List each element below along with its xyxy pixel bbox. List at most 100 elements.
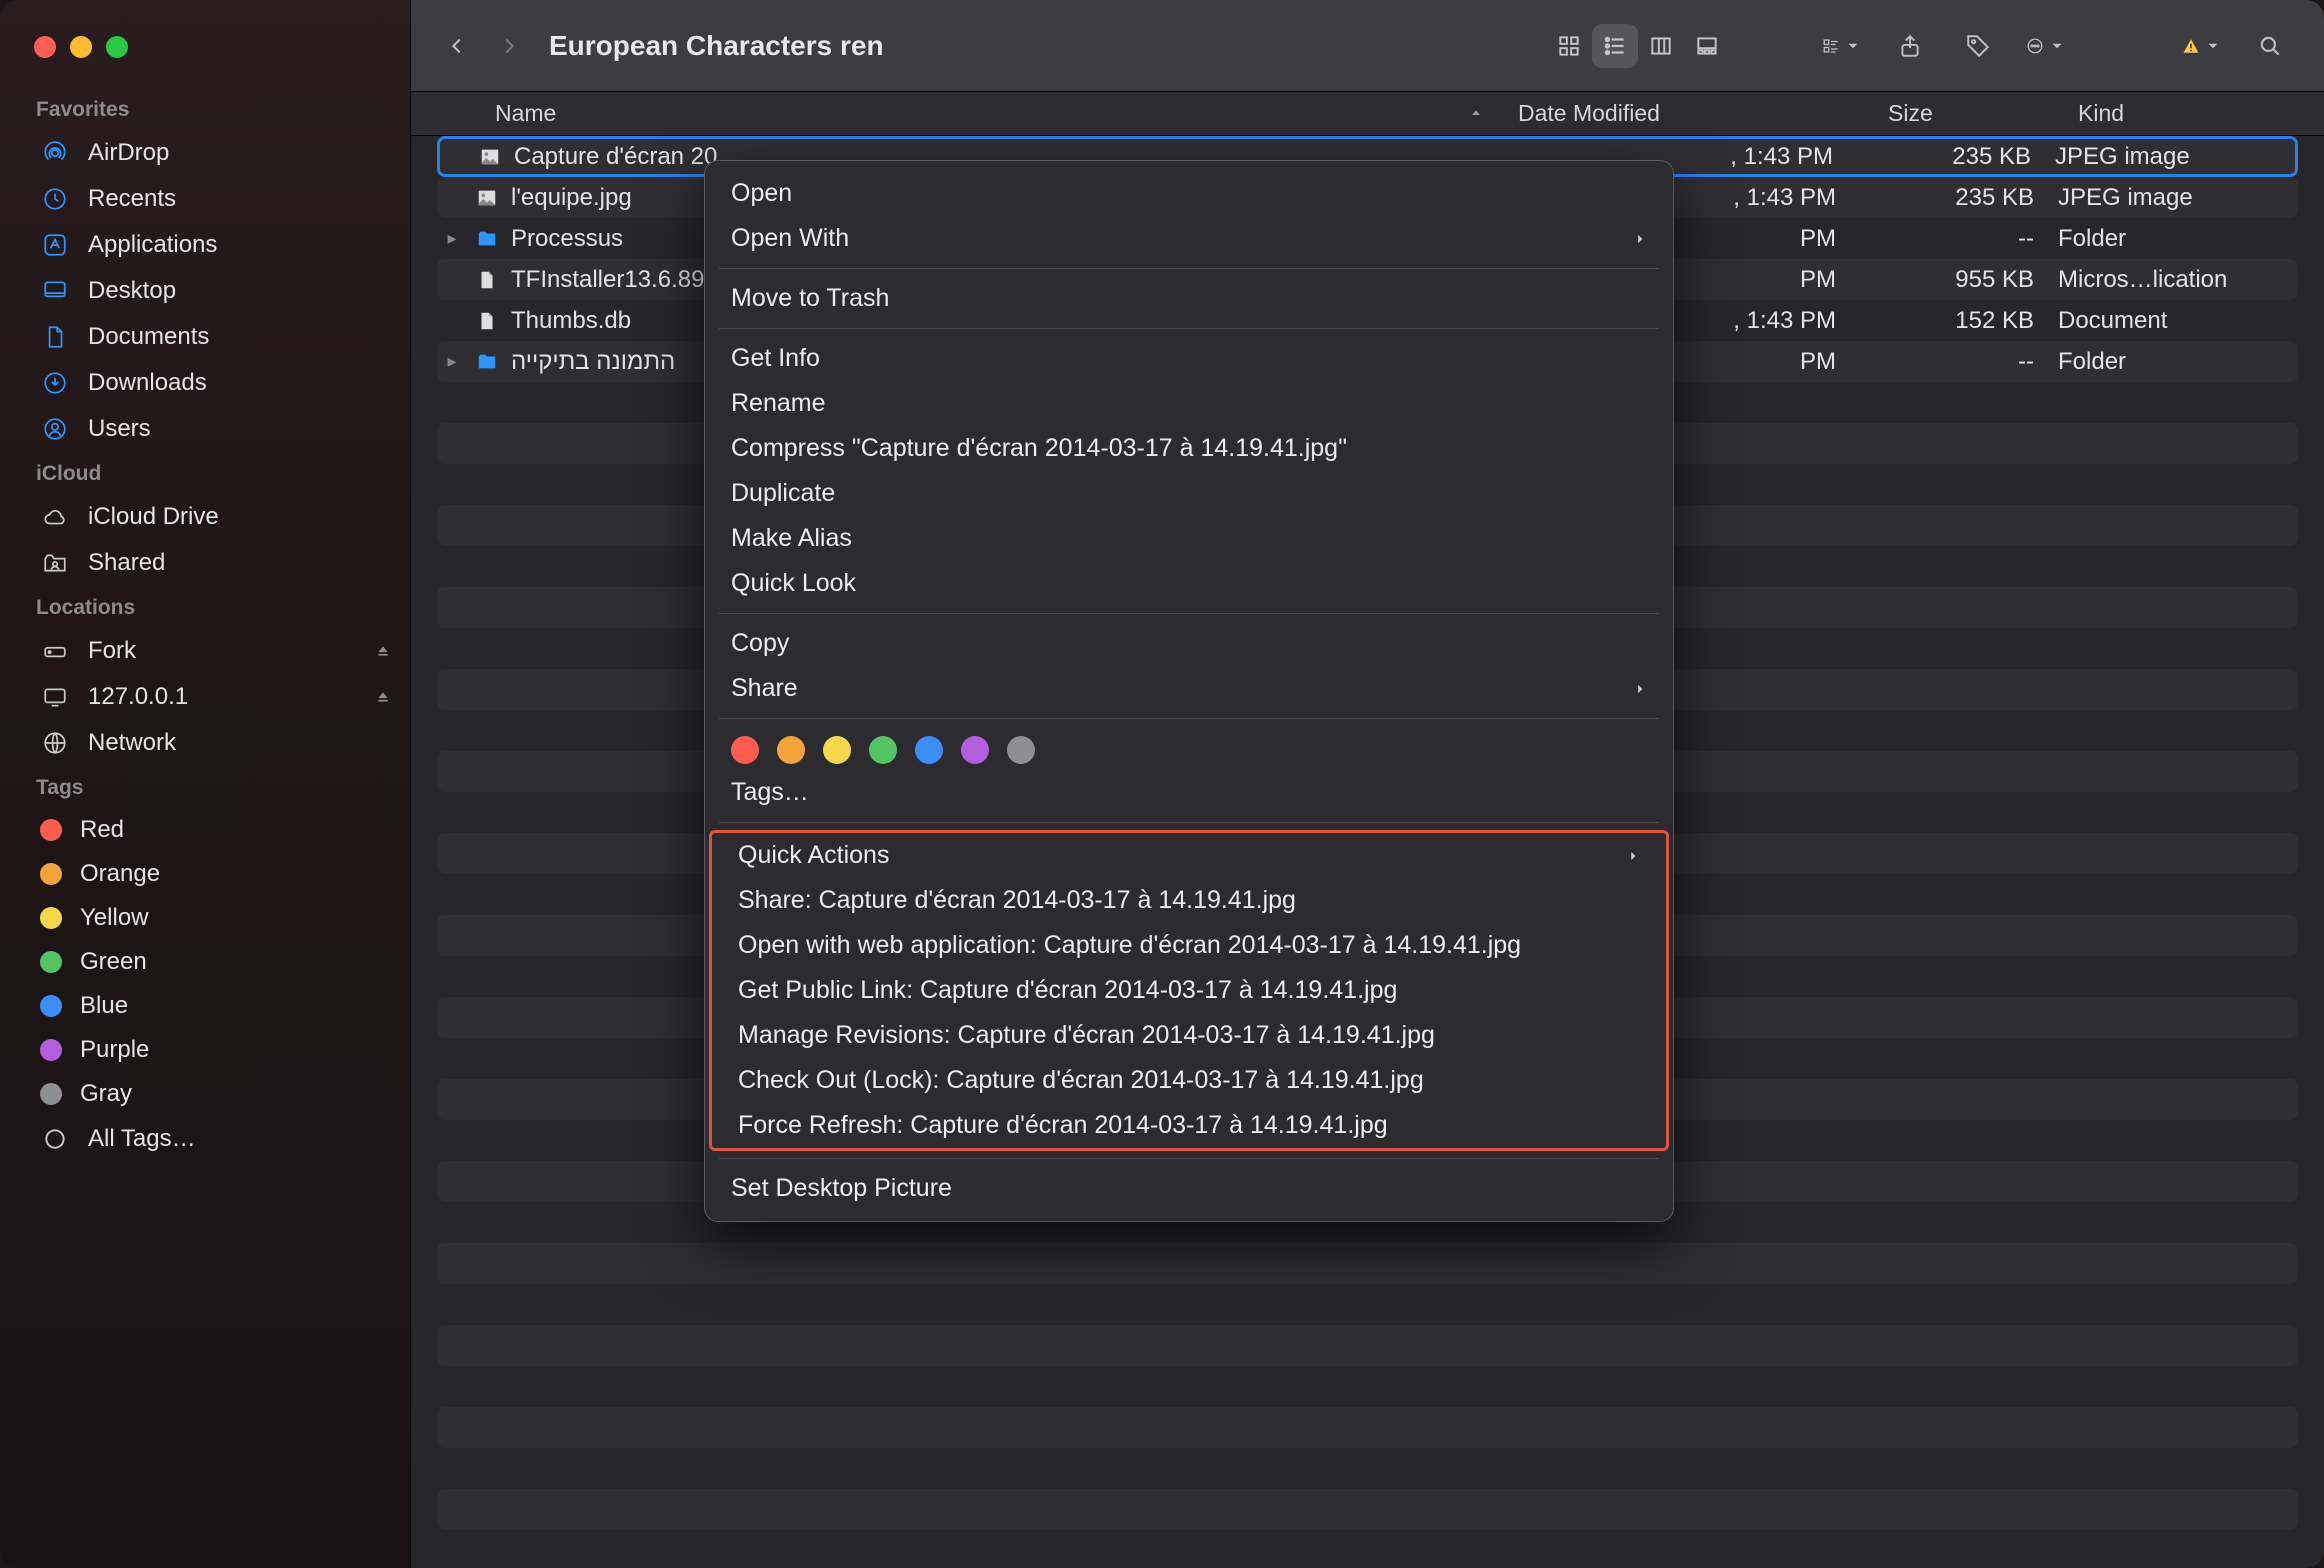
sidebar-item-documents[interactable]: Documents xyxy=(0,314,410,360)
column-date[interactable]: Date Modified xyxy=(1502,100,1872,127)
group-by-button[interactable] xyxy=(1822,26,1862,66)
sidebar-item-server[interactable]: 127.0.0.1 xyxy=(0,674,410,720)
menu-open-web[interactable]: Open with web application: Capture d'écr… xyxy=(712,923,1666,968)
tag-color-button[interactable] xyxy=(777,736,805,764)
empty-row xyxy=(437,1407,2298,1448)
sidebar-tag-item[interactable]: Orange xyxy=(0,852,410,896)
sidebar-item-recents[interactable]: Recents xyxy=(0,176,410,222)
tag-dot-icon xyxy=(40,1083,62,1105)
menu-rename[interactable]: Rename xyxy=(705,381,1673,426)
file-kind: JPEG image xyxy=(2058,184,2298,212)
sidebar-item-network[interactable]: Network xyxy=(0,720,410,766)
back-button[interactable] xyxy=(435,24,479,68)
chevron-right-icon xyxy=(1633,224,1647,253)
menu-make-alias[interactable]: Make Alias xyxy=(705,516,1673,561)
tag-button[interactable] xyxy=(1958,26,1998,66)
menu-copy[interactable]: Copy xyxy=(705,621,1673,666)
sidebar-item-downloads[interactable]: Downloads xyxy=(0,360,410,406)
tags-header: Tags xyxy=(0,766,410,808)
menu-label: Rename xyxy=(731,389,826,418)
file-type-icon xyxy=(473,307,501,335)
sidebar-tag-item[interactable]: Red xyxy=(0,808,410,852)
menu-label: Set Desktop Picture xyxy=(731,1174,952,1203)
tag-color-button[interactable] xyxy=(915,736,943,764)
disclosure-triangle-icon[interactable]: ▸ xyxy=(437,351,467,372)
sidebar-item-label: Yellow xyxy=(80,904,149,932)
file-size: 235 KB xyxy=(1866,184,2058,212)
sidebar-tag-item[interactable]: Green xyxy=(0,940,410,984)
menu-tags[interactable]: Tags… xyxy=(705,770,1673,815)
menu-check-out[interactable]: Check Out (Lock): Capture d'écran 2014-0… xyxy=(712,1058,1666,1103)
tag-color-button[interactable] xyxy=(1007,736,1035,764)
column-name[interactable]: Name xyxy=(411,100,1502,127)
sidebar-item-shared[interactable]: Shared xyxy=(0,540,410,586)
menu-get-info[interactable]: Get Info xyxy=(705,336,1673,381)
sidebar-tag-item[interactable]: Purple xyxy=(0,1028,410,1072)
menu-manage-revisions[interactable]: Manage Revisions: Capture d'écran 2014-0… xyxy=(712,1013,1666,1058)
menu-divider xyxy=(719,268,1659,269)
share-button[interactable] xyxy=(1890,26,1930,66)
view-gallery-button[interactable] xyxy=(1684,24,1730,68)
menu-share-file[interactable]: Share: Capture d'écran 2014-03-17 à 14.1… xyxy=(712,878,1666,923)
eject-icon[interactable] xyxy=(376,683,390,711)
sidebar-item-icloud-drive[interactable]: iCloud Drive xyxy=(0,494,410,540)
menu-quick-actions[interactable]: Quick Actions xyxy=(712,833,1666,878)
tag-color-button[interactable] xyxy=(869,736,897,764)
disclosure-triangle-icon[interactable]: ▸ xyxy=(437,228,467,249)
view-list-button[interactable] xyxy=(1592,24,1638,68)
view-columns-button[interactable] xyxy=(1638,24,1684,68)
tag-color-button[interactable] xyxy=(731,736,759,764)
menu-label: Share: Capture d'écran 2014-03-17 à 14.1… xyxy=(738,886,1296,915)
tag-color-button[interactable] xyxy=(823,736,851,764)
sidebar-item-label: Network xyxy=(88,729,176,757)
minimize-window-button[interactable] xyxy=(70,36,92,58)
sidebar-item-airdrop[interactable]: AirDrop xyxy=(0,130,410,176)
menu-force-refresh[interactable]: Force Refresh: Capture d'écran 2014-03-1… xyxy=(712,1103,1666,1148)
sidebar-item-label: Blue xyxy=(80,992,128,1020)
sidebar-tag-item[interactable]: Yellow xyxy=(0,896,410,940)
warning-icon[interactable] xyxy=(2182,26,2222,66)
menu-label: Copy xyxy=(731,629,789,658)
menu-label: Quick Actions xyxy=(738,841,889,870)
document-icon xyxy=(40,322,70,352)
tag-color-button[interactable] xyxy=(961,736,989,764)
sidebar-tag-item[interactable]: Gray xyxy=(0,1072,410,1116)
close-window-button[interactable] xyxy=(34,36,56,58)
drive-icon xyxy=(40,636,70,666)
file-size: -- xyxy=(1866,225,2058,253)
menu-open[interactable]: Open xyxy=(705,171,1673,216)
column-kind[interactable]: Kind xyxy=(2064,100,2324,127)
menu-set-desktop-picture[interactable]: Set Desktop Picture xyxy=(705,1166,1673,1211)
network-icon xyxy=(40,728,70,758)
users-icon xyxy=(40,414,70,444)
menu-quick-look[interactable]: Quick Look xyxy=(705,561,1673,606)
file-type-icon xyxy=(473,348,501,376)
menu-compress[interactable]: Compress "Capture d'écran 2014-03-17 à 1… xyxy=(705,426,1673,471)
sidebar-item-users[interactable]: Users xyxy=(0,406,410,452)
menu-divider xyxy=(719,1158,1659,1159)
menu-get-public-link[interactable]: Get Public Link: Capture d'écran 2014-03… xyxy=(712,968,1666,1013)
menu-label: Open xyxy=(731,179,792,208)
sidebar-item-applications[interactable]: Applications xyxy=(0,222,410,268)
menu-duplicate[interactable]: Duplicate xyxy=(705,471,1673,516)
sidebar-tag-item[interactable]: Blue xyxy=(0,984,410,1028)
menu-label: Make Alias xyxy=(731,524,852,553)
menu-share[interactable]: Share xyxy=(705,666,1673,711)
menu-open-with[interactable]: Open With xyxy=(705,216,1673,261)
sidebar-tag-item[interactable]: All Tags… xyxy=(0,1116,410,1162)
traffic-lights xyxy=(0,16,410,88)
sidebar-item-fork[interactable]: Fork xyxy=(0,628,410,674)
search-button[interactable] xyxy=(2250,26,2290,66)
empty-row xyxy=(437,1284,2298,1325)
forward-button[interactable] xyxy=(487,24,531,68)
menu-move-to-trash[interactable]: Move to Trash xyxy=(705,276,1673,321)
sidebar-item-label: AirDrop xyxy=(88,139,169,167)
menu-label: Tags… xyxy=(731,778,809,807)
view-icons-button[interactable] xyxy=(1546,24,1592,68)
sidebar-item-desktop[interactable]: Desktop xyxy=(0,268,410,314)
zoom-window-button[interactable] xyxy=(106,36,128,58)
column-size[interactable]: Size xyxy=(1872,100,2064,127)
actions-button[interactable] xyxy=(2026,26,2066,66)
chevron-right-icon xyxy=(1626,841,1640,870)
eject-icon[interactable] xyxy=(376,637,390,665)
